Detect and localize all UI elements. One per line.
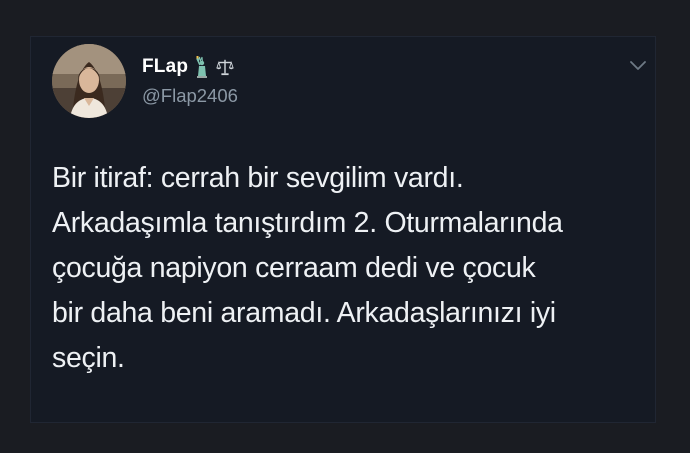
avatar[interactable] bbox=[52, 44, 126, 118]
chevron-down-icon[interactable] bbox=[629, 59, 647, 73]
author-handle[interactable]: @Flap2406 bbox=[142, 85, 238, 107]
tweet-card: FLap @Flap2406 Bir itiraf: cerrah bir se… bbox=[30, 36, 656, 423]
tweet-text: Bir itiraf: cerrah bir sevgilim vardı. A… bbox=[52, 162, 563, 374]
display-name[interactable]: FLap bbox=[142, 56, 188, 78]
avatar-photo bbox=[52, 44, 126, 118]
author-name-row[interactable]: FLap bbox=[142, 56, 234, 78]
statue-of-liberty-icon bbox=[193, 56, 211, 78]
balance-scale-icon bbox=[216, 56, 234, 78]
